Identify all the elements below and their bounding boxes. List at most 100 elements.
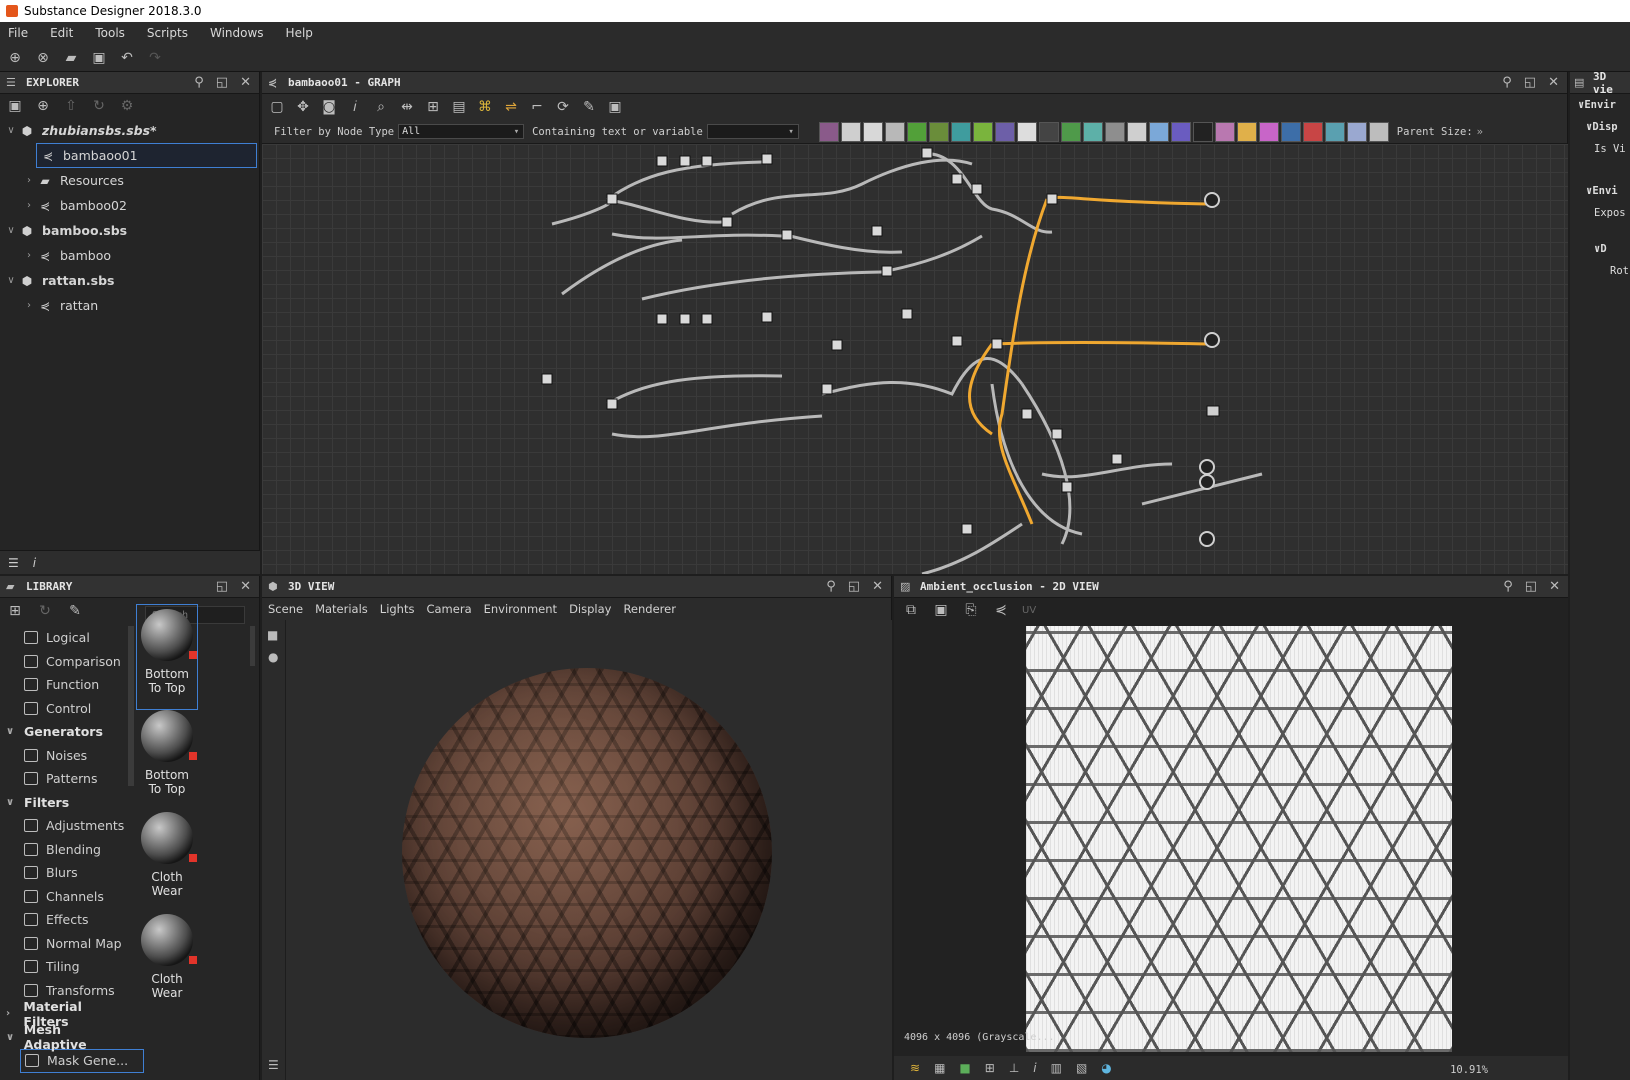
image-icon[interactable]: ▧ xyxy=(1076,1061,1087,1075)
node-palette-swatch[interactable] xyxy=(1126,121,1147,142)
category-scrollbar[interactable] xyxy=(128,626,134,786)
tools-icon[interactable]: ✎ xyxy=(580,99,598,115)
float-icon[interactable]: ◱ xyxy=(216,579,228,594)
node-palette-swatch[interactable] xyxy=(928,121,949,142)
redo-icon[interactable]: ↷ xyxy=(146,50,164,66)
refresh-icon[interactable]: ↻ xyxy=(90,98,108,114)
menu-scripts[interactable]: Scripts xyxy=(147,26,188,40)
python-icon[interactable]: ⌘ xyxy=(476,99,494,115)
menu-renderer[interactable]: Renderer xyxy=(623,602,676,616)
uv-dropdown[interactable]: UV xyxy=(1022,605,1036,616)
node-palette-swatch[interactable] xyxy=(1346,121,1367,142)
node-palette-swatch[interactable] xyxy=(1236,121,1257,142)
tree-item-graph[interactable]: › ⋞ bamboo02 xyxy=(0,193,259,218)
thumbnail-scrollbar[interactable] xyxy=(250,626,255,666)
node-palette-swatch[interactable] xyxy=(1258,121,1279,142)
float-icon[interactable]: ◱ xyxy=(848,579,860,594)
tree-item-graph[interactable]: › ⋞ bamboo xyxy=(0,243,259,268)
save-icon[interactable]: ▣ xyxy=(90,50,108,66)
node-type-select[interactable]: All xyxy=(398,124,525,139)
chevron-right-icon[interactable]: › xyxy=(22,300,36,311)
search-icon[interactable]: ⌕ xyxy=(372,99,390,115)
close-icon[interactable]: ✕ xyxy=(240,75,251,90)
new-graph-icon[interactable]: ⊗ xyxy=(34,50,52,66)
close-icon[interactable]: ✕ xyxy=(872,579,883,594)
float-icon[interactable]: ◱ xyxy=(1524,75,1536,90)
library-category-item[interactable]: Effects xyxy=(0,908,126,932)
color-channel-icon[interactable]: ■ xyxy=(959,1061,970,1075)
library-category-item[interactable]: Comparison xyxy=(0,650,126,674)
align-icon[interactable]: ⇹ xyxy=(398,99,416,115)
close-icon[interactable]: ✕ xyxy=(1548,75,1559,90)
node-palette-swatch[interactable] xyxy=(1148,121,1169,142)
save-icon[interactable]: ▣ xyxy=(932,602,950,618)
node-palette-swatch[interactable] xyxy=(862,121,883,142)
chevron-down-icon[interactable]: ∨ xyxy=(4,225,18,236)
library-thumbnail[interactable]: Cloth Wear xyxy=(136,910,198,1016)
new-package-icon[interactable]: ⊕ xyxy=(6,50,24,66)
settings-gear-icon[interactable]: ⚙ xyxy=(118,98,136,114)
pin-icon[interactable]: ⚲ xyxy=(1502,75,1512,90)
connect-icon[interactable]: ⌐ xyxy=(528,99,546,115)
pin-icon[interactable]: ⚲ xyxy=(826,579,836,594)
menu-lights[interactable]: Lights xyxy=(380,602,415,616)
info-icon[interactable]: i xyxy=(1033,1061,1036,1075)
menu-edit[interactable]: Edit xyxy=(50,26,73,40)
library-thumbnail[interactable]: Bottom To Top xyxy=(136,706,198,812)
node-palette-swatch[interactable] xyxy=(1368,121,1389,142)
3d-viewport[interactable] xyxy=(286,620,892,1080)
add-folder-icon[interactable]: ⊞ xyxy=(6,603,24,619)
tree-item-package[interactable]: ∨ ⬢ zhubiansbs.sbs* xyxy=(0,118,259,143)
info-icon[interactable]: i xyxy=(33,556,36,570)
tree-item-graph[interactable]: › ⋞ rattan xyxy=(0,293,259,318)
layers-icon[interactable]: ≋ xyxy=(910,1061,920,1075)
node-palette-swatch[interactable] xyxy=(950,121,971,142)
export-icon[interactable]: ⎘ xyxy=(962,602,980,618)
graph-canvas[interactable] xyxy=(262,144,1568,576)
right-panel-item[interactable]: ∨ Disp xyxy=(1570,116,1630,138)
hierarchy-icon[interactable]: ☰ xyxy=(8,556,19,570)
histogram-icon[interactable]: ▥ xyxy=(1051,1061,1062,1075)
rotate-icon[interactable]: ⟳ xyxy=(554,99,572,115)
tree-item-folder[interactable]: › ▰ Resources xyxy=(0,168,259,193)
node-palette-swatch[interactable] xyxy=(1324,121,1345,142)
grid-icon[interactable]: ⊞ xyxy=(985,1061,995,1075)
frame-all-icon[interactable]: ▢ xyxy=(268,99,286,115)
export-icon[interactable]: ▣ xyxy=(606,99,624,115)
menu-help[interactable]: Help xyxy=(286,26,313,40)
chevron-down-icon[interactable]: ∨ xyxy=(4,275,18,286)
menu-windows[interactable]: Windows xyxy=(210,26,264,40)
open-folder-icon[interactable]: ▰ xyxy=(62,50,80,66)
library-category-item[interactable]: Blending xyxy=(0,838,126,862)
tree-item-graph[interactable]: ⋞ bambaoo01 xyxy=(36,143,257,168)
library-category-item[interactable]: Logical xyxy=(0,626,126,650)
library-category-item[interactable]: Noises xyxy=(0,744,126,768)
menu-materials[interactable]: Materials xyxy=(315,602,368,616)
library-thumbnail[interactable]: Bottom To Top xyxy=(136,604,198,710)
library-category-item[interactable]: Channels xyxy=(0,885,126,909)
pin-icon[interactable]: ⚲ xyxy=(194,75,204,90)
right-panel-item[interactable]: ∨ Envir xyxy=(1570,94,1630,116)
library-category-item[interactable]: Normal Map xyxy=(0,932,126,956)
layout-icon[interactable]: ⊞ xyxy=(424,99,442,115)
node-palette-swatch[interactable] xyxy=(972,121,993,142)
right-panel-item[interactable]: ∨ D xyxy=(1570,238,1630,260)
frame-icon[interactable]: ▤ xyxy=(450,99,468,115)
tiling-icon[interactable]: ⊥ xyxy=(1009,1061,1019,1075)
info-icon[interactable]: 𝑖 xyxy=(346,99,364,115)
library-category-item[interactable]: Mask Gene... xyxy=(20,1049,144,1073)
library-category-item[interactable]: Patterns xyxy=(0,767,126,791)
library-thumbnail[interactable]: Cloth Wear xyxy=(136,808,198,914)
camera-icon[interactable]: ◙ xyxy=(320,99,338,115)
chevron-right-icon[interactable]: › xyxy=(22,175,36,186)
node-palette-swatch[interactable] xyxy=(818,121,839,142)
chevron-down-icon[interactable]: ∨ xyxy=(6,726,18,737)
pin-icon[interactable]: ⚲ xyxy=(1503,579,1513,594)
undo-icon[interactable]: ↶ xyxy=(118,50,136,66)
tree-item-package[interactable]: ∨ ⬢ bamboo.sbs xyxy=(0,218,259,243)
library-category-group[interactable]: ∨ Filters xyxy=(0,791,126,815)
save-package-icon[interactable]: ▣ xyxy=(6,98,24,114)
chevron-right-icon[interactable]: › xyxy=(6,1008,17,1019)
refresh-icon[interactable]: ↻ xyxy=(36,603,54,619)
float-icon[interactable]: ◱ xyxy=(216,75,228,90)
